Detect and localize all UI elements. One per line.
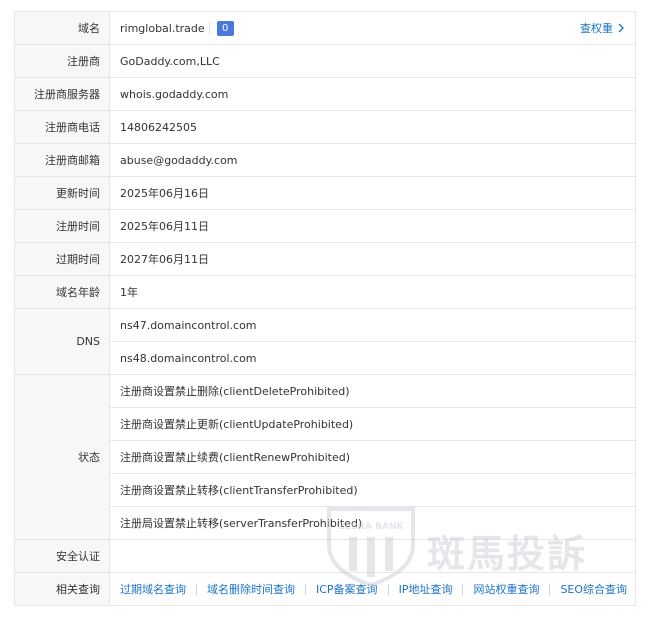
chevron-right-icon: [618, 23, 624, 33]
check-weight-link[interactable]: 查权重: [580, 20, 625, 36]
label-age: 域名年龄: [14, 275, 110, 309]
divider: [549, 583, 551, 595]
registrar-email-value: abuse@godaddy.com: [109, 143, 636, 177]
security-value: [109, 539, 636, 573]
whois-table: 域名 rimglobal.trade 0 查权重 注册商 GoDaddy.com…: [14, 11, 636, 606]
created-value: 2025年06月11日: [109, 209, 636, 243]
label-domain: 域名: [14, 11, 110, 45]
row-domain: 域名 rimglobal.trade 0 查权重: [14, 11, 636, 45]
status-value-2: 注册商设置禁止更新(clientUpdateProhibited): [109, 407, 636, 441]
row-registrar-server: 注册商服务器 whois.godaddy.com: [14, 77, 636, 111]
link-icp[interactable]: ICP备案查询: [316, 581, 378, 597]
label-registrar-email: 注册商邮箱: [14, 143, 110, 177]
status-value-1: 注册商设置禁止删除(clientDeleteProhibited): [109, 374, 636, 408]
divider: [387, 583, 389, 595]
label-created: 注册时间: [14, 209, 110, 243]
label-registrar-phone: 注册商电话: [14, 110, 110, 144]
expires-value: 2027年06月11日: [109, 242, 636, 276]
row-status-1: 状态 注册商设置禁止删除(clientDeleteProhibited): [14, 374, 636, 540]
registrar-value: GoDaddy.com,LLC: [109, 44, 636, 78]
check-weight-label: 查权重: [580, 22, 613, 35]
status-value-4: 注册商设置禁止转移(clientTransferProhibited): [109, 473, 636, 507]
label-dns: DNS: [14, 308, 110, 375]
count-badge[interactable]: 0: [216, 20, 234, 36]
label-security: 安全认证: [14, 539, 110, 573]
row-registrar: 注册商 GoDaddy.com,LLC: [14, 44, 636, 78]
dns-value-1: ns47.domaincontrol.com: [109, 308, 636, 342]
registrar-server-value: whois.godaddy.com: [109, 77, 636, 111]
dns-value-2: ns48.domaincontrol.com: [109, 341, 636, 375]
status-value-3: 注册商设置禁止续费(clientRenewProhibited): [109, 440, 636, 474]
row-security: 安全认证: [14, 539, 636, 573]
row-expires: 过期时间 2027年06月11日: [14, 242, 636, 276]
row-updated: 更新时间 2025年06月16日: [14, 176, 636, 210]
domain-value: rimglobal.trade: [120, 21, 205, 35]
row-age: 域名年龄 1年: [14, 275, 636, 309]
row-dns-1: DNS ns47.domaincontrol.com: [14, 308, 636, 375]
status-value-5: 注册局设置禁止转移(serverTransferProhibited): [109, 506, 636, 540]
link-site-weight[interactable]: 网站权重查询: [473, 581, 539, 597]
divider: [305, 583, 306, 595]
row-related: 相关查询 过期域名查询 域名删除时间查询 ICP备案查询 IP地址查询 网站权重…: [14, 572, 636, 606]
label-registrar-server: 注册商服务器: [14, 77, 110, 111]
divider: [196, 583, 197, 595]
updated-value: 2025年06月16日: [109, 176, 636, 210]
label-expires: 过期时间: [14, 242, 110, 276]
link-expired-domain[interactable]: 过期域名查询: [120, 581, 186, 597]
related-links: 过期域名查询 域名删除时间查询 ICP备案查询 IP地址查询 网站权重查询 SE…: [120, 581, 635, 597]
label-registrar: 注册商: [14, 44, 110, 78]
row-registrar-email: 注册商邮箱 abuse@godaddy.com: [14, 143, 636, 177]
link-delete-time[interactable]: 域名删除时间查询: [207, 581, 295, 597]
label-related: 相关查询: [14, 572, 110, 606]
registrar-phone-value: 14806242505: [109, 110, 636, 144]
separator: [208, 22, 210, 34]
divider: [462, 583, 464, 595]
age-value: 1年: [109, 275, 636, 309]
label-updated: 更新时间: [14, 176, 110, 210]
row-created: 注册时间 2025年06月11日: [14, 209, 636, 243]
label-status: 状态: [14, 374, 110, 540]
row-registrar-phone: 注册商电话 14806242505: [14, 110, 636, 144]
link-seo[interactable]: SEO综合查询: [560, 581, 627, 597]
link-ip[interactable]: IP地址查询: [399, 581, 453, 597]
